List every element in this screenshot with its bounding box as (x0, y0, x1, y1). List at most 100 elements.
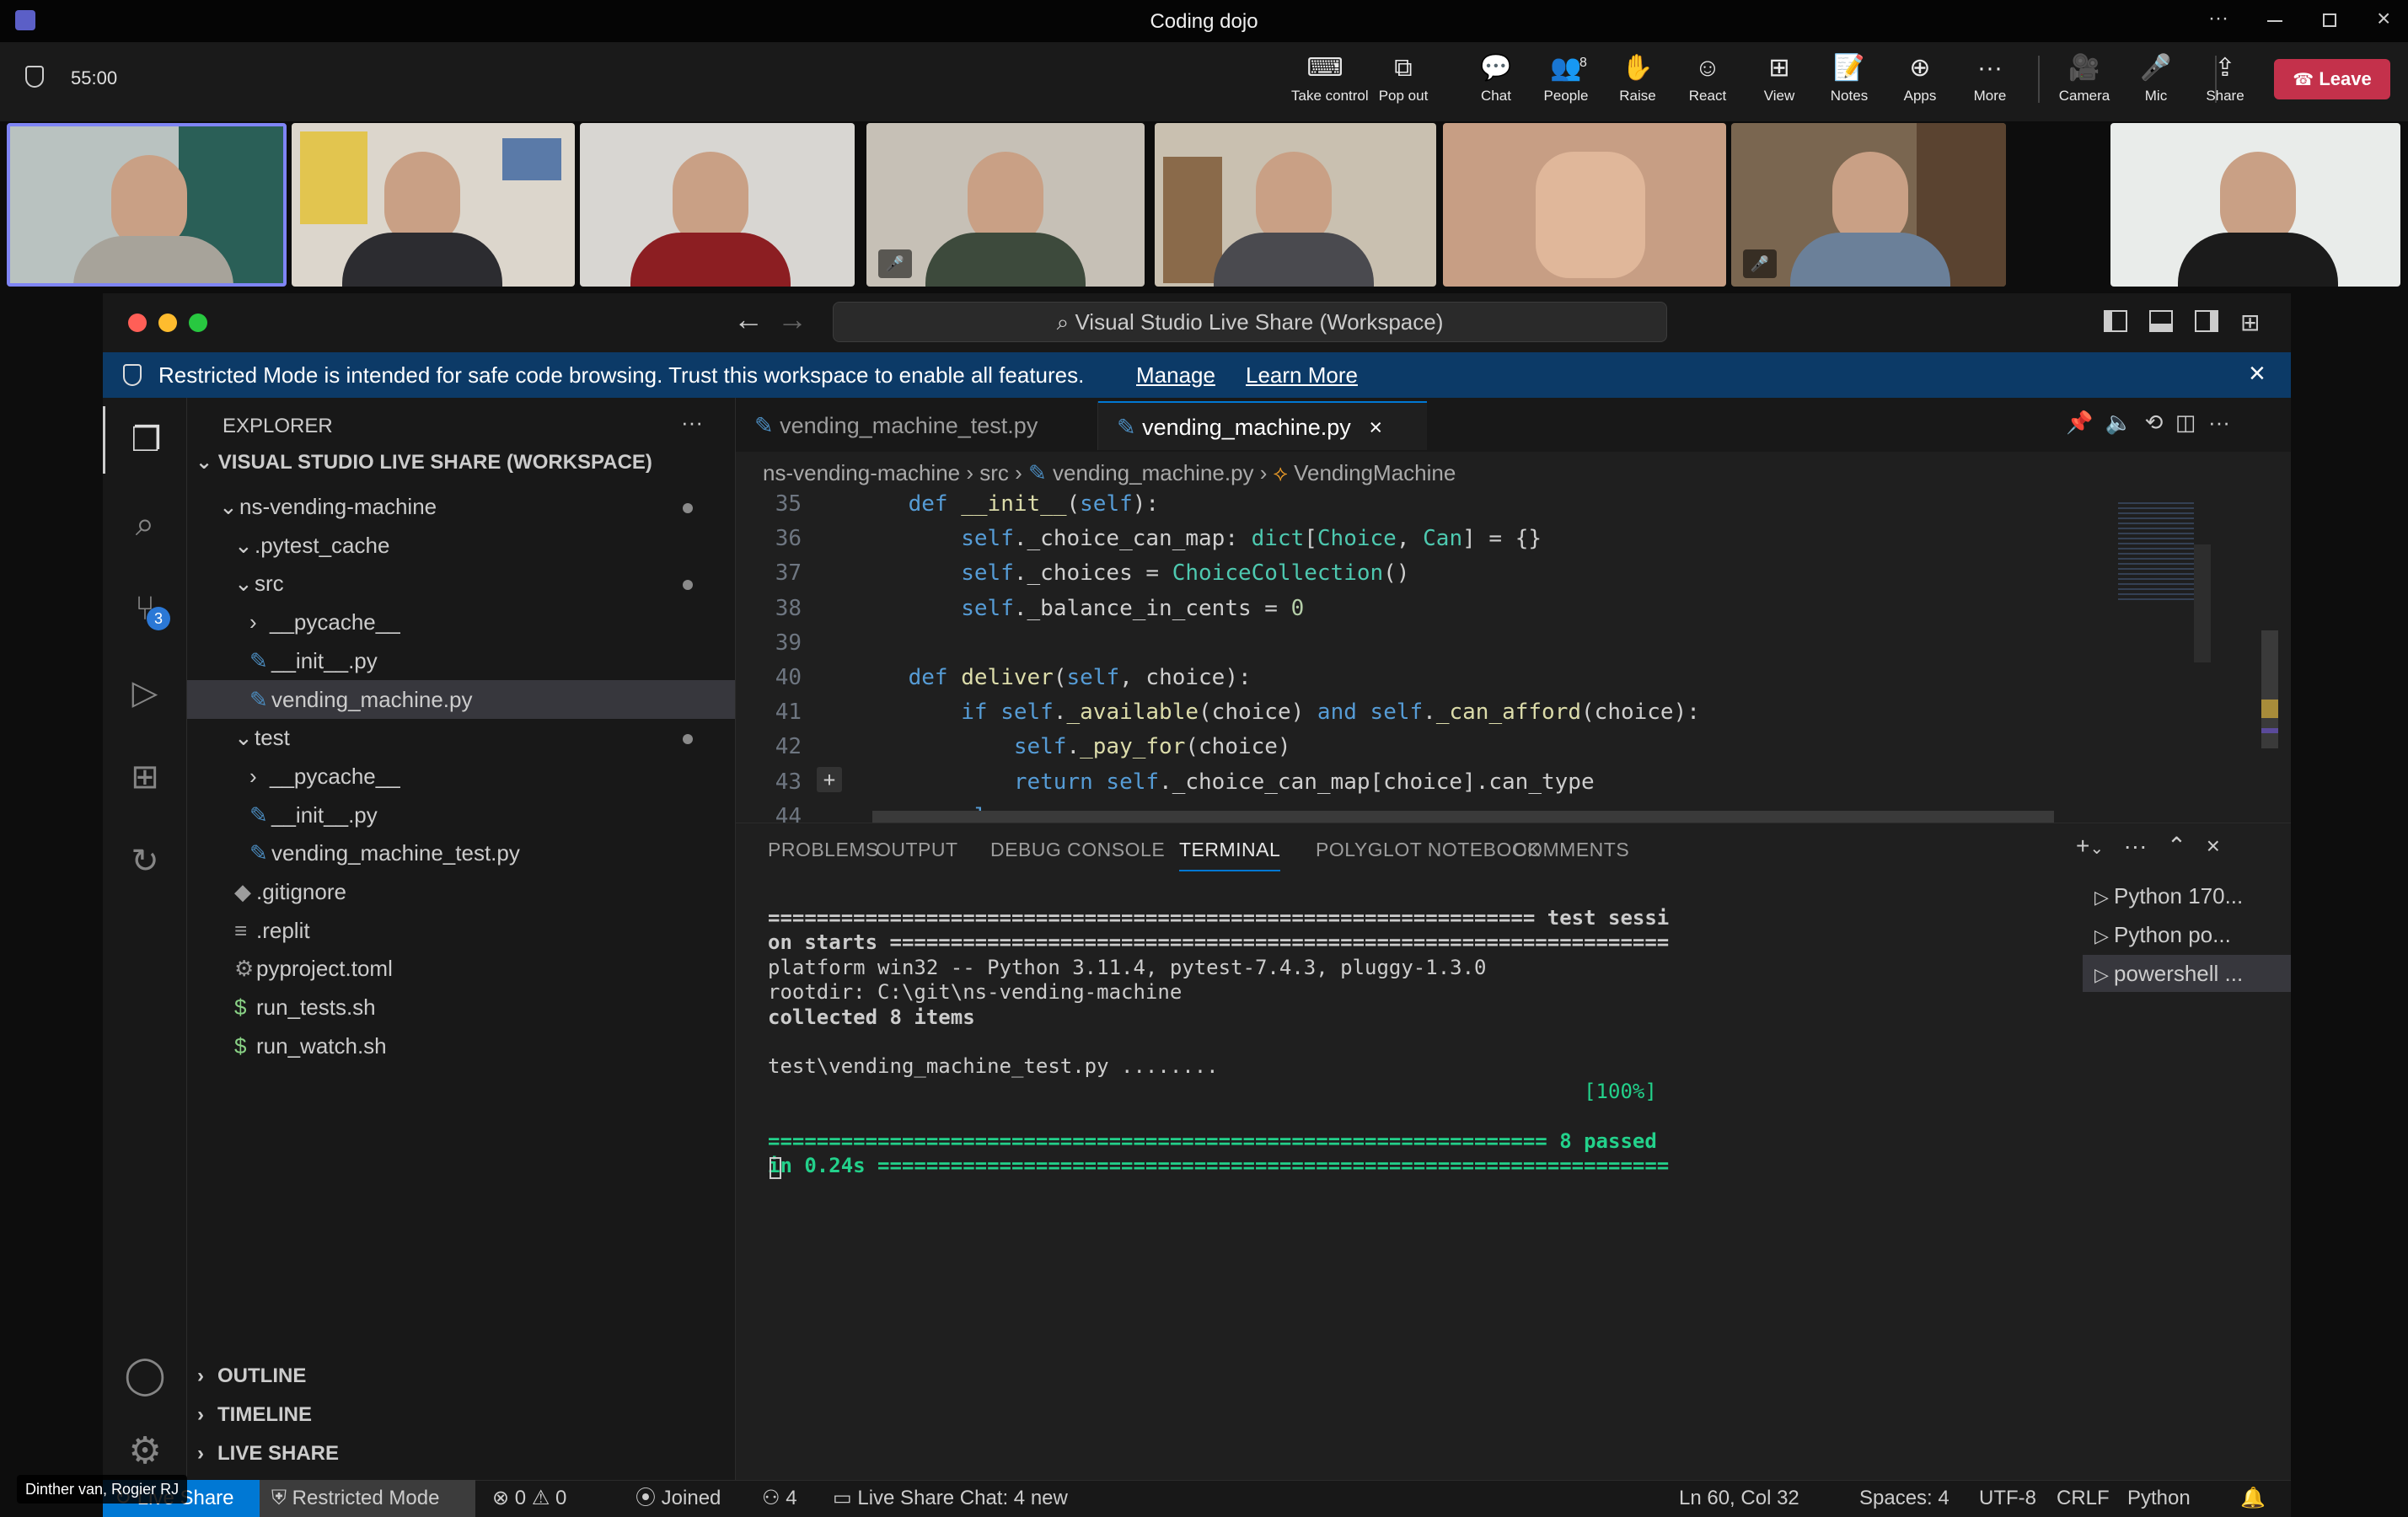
close-panel-icon[interactable]: × (2207, 833, 2220, 859)
editor-more-icon[interactable]: ··· (2208, 410, 2230, 435)
camera-button[interactable]: 🎥 Camera (2051, 52, 2118, 111)
tree-item[interactable]: ⚙ pyproject.toml (187, 949, 735, 988)
pop-out-button[interactable]: ⧉ Pop out (1370, 52, 1437, 111)
code-editor[interactable]: 35 def __init__(self): 36 self._choice_ca… (736, 494, 2101, 823)
accounts-icon[interactable]: ◯ (103, 1342, 187, 1409)
notifications-bell-icon[interactable]: 🔔 (2240, 1480, 2266, 1517)
video-tile-participant-5[interactable] (1155, 123, 1436, 287)
close-banner-icon[interactable]: × (2249, 357, 2266, 390)
video-tile-participant-7[interactable]: 🎤 (1731, 123, 2006, 287)
indentation-status[interactable]: Spaces: 4 (1859, 1480, 1949, 1517)
source-control-icon[interactable]: ⑂ (103, 575, 187, 642)
panel-tab-comments[interactable]: COMMENTS (1513, 839, 1629, 870)
window-more-icon[interactable]: ··· (2208, 7, 2228, 30)
gutter-add-icon[interactable]: + (817, 766, 842, 792)
tree-item[interactable]: ✎ __init__.py (187, 796, 735, 834)
panel-tab-output[interactable]: OUTPUT (876, 839, 958, 870)
tree-item[interactable]: $ run_watch.sh (187, 1027, 735, 1065)
close-tab-icon[interactable]: × (1369, 415, 1382, 440)
terminal-session[interactable]: ▷ powershell ... (2083, 955, 2291, 992)
toggle-sidebar-icon[interactable] (2104, 310, 2127, 332)
customize-layout-icon[interactable]: ⊞ (2240, 308, 2260, 336)
terminal-output[interactable]: ========================================… (768, 906, 2015, 1260)
panel-tab-problems[interactable]: PROBLEMS (768, 839, 879, 870)
sidebar-section-timeline[interactable]: › TIMELINE (187, 1396, 735, 1434)
live-share-chat-status[interactable]: ▭ Live Share Chat: 4 new (833, 1480, 1068, 1517)
cursor-position-status[interactable]: Ln 60, Col 32 (1679, 1480, 1799, 1517)
sidebar-section-live-share[interactable]: › LIVE SHARE (187, 1434, 735, 1473)
horizontal-scrollbar[interactable] (872, 811, 2054, 823)
tree-item[interactable]: › __pycache__ (187, 757, 735, 796)
zoom-traffic-light[interactable] (189, 314, 207, 332)
extensions-icon[interactable]: ⊞ (103, 743, 187, 811)
mic-button[interactable]: 🎤 Mic (2122, 52, 2190, 111)
toggle-panel-icon[interactable] (2149, 310, 2173, 332)
joined-status[interactable]: ⦿ Joined (636, 1480, 721, 1517)
learn-more-link[interactable]: Learn More (1246, 362, 1358, 389)
tree-item[interactable]: ✎ __init__.py (187, 641, 735, 680)
minimize-icon[interactable] (2267, 20, 2282, 22)
back-arrow-icon[interactable]: ← (733, 302, 764, 337)
live-share-icon[interactable]: ↻ (103, 828, 187, 895)
view-button[interactable]: ⊞ View (1746, 52, 1813, 111)
chevron-down-icon[interactable]: ⌄ (2089, 839, 2104, 858)
minimap[interactable] (2110, 494, 2278, 823)
breadcrumb-item[interactable]: VendingMachine (1294, 460, 1456, 485)
tree-item[interactable]: ≡ .replit (187, 911, 735, 950)
video-tile-participant-4[interactable]: 🎤 (866, 123, 1145, 287)
breadcrumb-item[interactable]: ns-vending-machine (763, 460, 960, 485)
pin-icon[interactable]: 📌 (2066, 410, 2093, 435)
search-icon[interactable]: ⌕ (103, 490, 187, 558)
tree-item[interactable]: › __pycache__ (187, 603, 735, 641)
minimize-traffic-light[interactable] (158, 314, 177, 332)
notes-button[interactable]: 📝 Notes (1815, 52, 1883, 111)
explorer-more-icon[interactable]: ··· (681, 410, 703, 436)
video-tile-presenter[interactable] (7, 123, 287, 287)
workspace-header[interactable]: ⌄ VISUAL STUDIO LIVE SHARE (WORKSPACE) (196, 450, 652, 474)
share-button[interactable]: ⇪ Share (2191, 52, 2259, 111)
close-traffic-light[interactable] (128, 314, 147, 332)
panel-more-icon[interactable]: ··· (2123, 833, 2147, 859)
maximize-icon[interactable] (2323, 13, 2336, 27)
raise-hand-button[interactable]: ✋ Raise (1604, 52, 1671, 111)
forward-arrow-icon[interactable]: → (777, 302, 807, 337)
tab-vending-machine[interactable]: ✎ vending_machine.py × (1098, 401, 1427, 450)
video-tile-participant-6[interactable] (1443, 123, 1726, 287)
tree-item[interactable]: ✎ vending_machine.py (187, 679, 735, 719)
encoding-status[interactable]: UTF-8 (1979, 1480, 2036, 1517)
video-tile-participant-2[interactable] (292, 123, 575, 287)
problems-status[interactable]: ⊗ 0 ⚠ 0 (492, 1480, 566, 1517)
panel-tab-polyglot-notebook[interactable]: POLYGLOT NOTEBOOK (1316, 839, 1541, 870)
restricted-mode-status[interactable]: ⛨ Restricted Mode (260, 1480, 475, 1517)
chat-button[interactable]: 💬 Chat (1462, 52, 1530, 111)
participants-status[interactable]: ⚇ 4 (762, 1480, 797, 1517)
tab-vending-machine-test[interactable]: ✎ vending_machine_test.py (736, 401, 1098, 450)
audio-cue-icon[interactable]: 🔈 (2105, 410, 2132, 435)
panel-tab-terminal[interactable]: TERMINAL (1179, 839, 1281, 871)
apps-button[interactable]: ⊕ Apps (1886, 52, 1954, 111)
sidebar-section-outline[interactable]: › OUTLINE (187, 1357, 735, 1396)
split-editor-icon[interactable]: ◫ (2175, 410, 2196, 435)
toggle-secondary-sidebar-icon[interactable] (2195, 310, 2218, 332)
terminal-session[interactable]: ▷ Python 170... (2083, 877, 2291, 914)
new-terminal-icon[interactable]: + (2076, 833, 2089, 859)
terminal-session[interactable]: ▷ Python po... (2083, 916, 2291, 953)
video-tile-participant-3[interactable] (580, 123, 855, 287)
tree-item[interactable]: ◆ .gitignore (187, 872, 735, 911)
people-button[interactable]: 👥 8 People (1532, 52, 1600, 111)
tree-item[interactable]: ⌄ ns-vending-machine (187, 487, 735, 526)
react-button[interactable]: ☺ React (1674, 52, 1741, 111)
panel-tab-debug-console[interactable]: DEBUG CONSOLE (990, 839, 1165, 870)
language-status[interactable]: Python (2127, 1480, 2191, 1517)
video-tile-participant-8[interactable] (2110, 123, 2400, 287)
manage-link[interactable]: Manage (1136, 362, 1215, 389)
follow-icon[interactable]: ⟲ (2145, 410, 2164, 435)
close-window-icon[interactable]: × (2377, 5, 2390, 32)
explorer-icon[interactable]: ❐ (103, 406, 187, 474)
run-debug-icon[interactable]: ▷ (103, 659, 187, 726)
breadcrumb-item[interactable]: src (979, 460, 1009, 485)
tree-item[interactable]: ✎ vending_machine_test.py (187, 834, 735, 872)
eol-status[interactable]: CRLF (2057, 1480, 2110, 1517)
more-button[interactable]: ··· More (1956, 52, 2024, 111)
command-center-search[interactable]: ⌕ Visual Studio Live Share (Workspace) (833, 302, 1667, 342)
